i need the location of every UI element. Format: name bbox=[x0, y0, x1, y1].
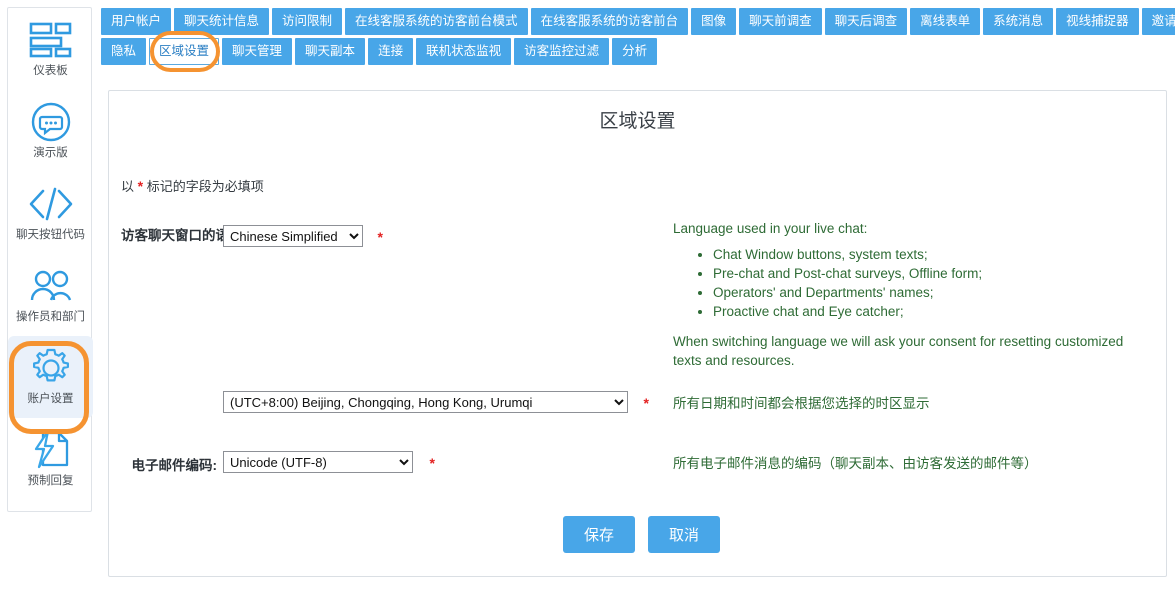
tab-user-account[interactable]: 用户帐户 bbox=[101, 8, 172, 35]
gear-icon bbox=[28, 345, 74, 391]
language-required-asterisk-icon: * bbox=[377, 228, 383, 245]
language-field-row: Chinese SimplifiedEnglishChinese Traditi… bbox=[223, 225, 383, 247]
language-help-item: Chat Window buttons, system texts; bbox=[713, 245, 1143, 264]
tab-offline-form[interactable]: 离线表单 bbox=[910, 8, 981, 35]
email-encoding-help: 所有电子邮件消息的编码（聊天副本、由访客发送的邮件等） bbox=[673, 456, 1038, 471]
timezone-field-row: (UTC+8:00) Beijing, Chongqing, Hong Kong… bbox=[223, 391, 649, 413]
tab-chat-statistics[interactable]: 聊天统计信息 bbox=[174, 8, 270, 35]
sidebar-item-label: 操作员和部门 bbox=[16, 311, 85, 323]
sidebar-item-label: 聊天按钮代码 bbox=[16, 229, 85, 241]
people-icon bbox=[28, 263, 74, 309]
tab-online-status-monitor[interactable]: 联机状态监视 bbox=[416, 38, 512, 65]
tab-bar: 用户帐户 聊天统计信息 访问限制 在线客服系统的访客前台模式 在线客服系统的访客… bbox=[101, 8, 1175, 72]
tab-system-messages[interactable]: 系统消息 bbox=[983, 8, 1054, 35]
tab-post-chat-survey[interactable]: 聊天后调查 bbox=[824, 8, 908, 35]
tab-visitor-frontend-mode[interactable]: 在线客服系统的访客前台模式 bbox=[345, 8, 528, 35]
sidebar-item-dashboard[interactable]: 仪表板 bbox=[8, 8, 93, 90]
language-help-item: Operators' and Departments' names; bbox=[713, 283, 1143, 302]
language-help-note: When switching language we will ask your… bbox=[673, 334, 1124, 368]
tab-pre-chat-survey[interactable]: 聊天前调查 bbox=[739, 8, 822, 35]
code-icon bbox=[28, 181, 74, 227]
timezone-select[interactable]: (UTC+8:00) Beijing, Chongqing, Hong Kong… bbox=[223, 391, 628, 413]
form-actions: 保存 取消 bbox=[563, 516, 720, 553]
required-note-suffix: 标记的字段为必填项 bbox=[146, 179, 264, 194]
email-encoding-required-asterisk-icon: * bbox=[429, 454, 435, 471]
left-sidebar: 仪表板 演示版 聊天按钮代码 操作员和部门 账户设置 预制回复 bbox=[7, 7, 93, 512]
sidebar-item-canned-responses[interactable]: 预制回复 bbox=[8, 418, 93, 500]
tab-access-restrictions[interactable]: 访问限制 bbox=[272, 8, 343, 35]
content-panel: 区域设置 以 * 标记的字段为必填项 访客聊天窗口的语言: Chinese Si… bbox=[108, 90, 1167, 577]
timezone-help: 所有日期和时间都会根据您选择的时区显示 bbox=[673, 396, 930, 411]
sidebar-item-operators-departments[interactable]: 操作员和部门 bbox=[8, 254, 93, 336]
email-encoding-field-row: Unicode (UTF-8)Western European (ISO-885… bbox=[223, 451, 435, 473]
sidebar-item-account-settings[interactable]: 账户设置 bbox=[8, 336, 93, 418]
language-help-block: Language used in your live chat: Chat Wi… bbox=[673, 219, 1143, 370]
email-encoding-select[interactable]: Unicode (UTF-8)Western European (ISO-885… bbox=[223, 451, 413, 473]
save-button[interactable]: 保存 bbox=[563, 516, 635, 553]
required-note-prefix: 以 bbox=[121, 179, 135, 194]
tab-regional-settings[interactable]: 区域设置 bbox=[149, 38, 220, 65]
language-select[interactable]: Chinese SimplifiedEnglishChinese Traditi… bbox=[223, 225, 363, 247]
tab-analytics[interactable]: 分析 bbox=[612, 38, 658, 65]
page-title: 区域设置 bbox=[599, 111, 676, 132]
sidebar-item-label: 预制回复 bbox=[27, 475, 74, 487]
tab-chat-transcript[interactable]: 聊天副本 bbox=[295, 38, 366, 65]
tab-visitor-frontend[interactable]: 在线客服系统的访客前台 bbox=[530, 8, 689, 35]
email-encoding-label: 电子邮件编码: bbox=[131, 458, 218, 473]
app-root: 仪表板 演示版 聊天按钮代码 操作员和部门 账户设置 预制回复 用户帐户 聊天统… bbox=[0, 0, 1175, 600]
language-help-list: Chat Window buttons, system texts; Pre-c… bbox=[673, 245, 1143, 321]
canned-response-icon bbox=[28, 427, 74, 473]
sidebar-item-label: 仪表板 bbox=[33, 65, 68, 77]
timezone-required-asterisk-icon: * bbox=[643, 394, 649, 411]
tab-eye-catcher[interactable]: 视线捕捉器 bbox=[1056, 8, 1139, 35]
sidebar-item-label: 演示版 bbox=[33, 147, 68, 159]
tab-visitor-monitoring-filter[interactable]: 访客监控过滤 bbox=[514, 38, 610, 65]
language-help-item: Pre-chat and Post-chat surveys, Offline … bbox=[713, 264, 1143, 283]
dashboard-icon bbox=[28, 17, 74, 63]
language-help-item: Proactive chat and Eye catcher; bbox=[713, 302, 1143, 321]
sidebar-item-chat-button-code[interactable]: 聊天按钮代码 bbox=[8, 172, 93, 254]
required-fields-note: 以 * 标记的字段为必填项 bbox=[121, 176, 1166, 195]
tab-privacy[interactable]: 隐私 bbox=[101, 38, 147, 65]
tab-row-primary: 用户帐户 聊天统计信息 访问限制 在线客服系统的访客前台模式 在线客服系统的访客… bbox=[101, 8, 1175, 35]
tab-row-secondary: 隐私 区域设置 聊天管理 聊天副本 连接 联机状态监视 访客监控过滤 分析 bbox=[101, 31, 1167, 72]
cancel-button[interactable]: 取消 bbox=[648, 516, 720, 553]
tab-connection[interactable]: 连接 bbox=[368, 38, 414, 65]
required-asterisk-icon: * bbox=[137, 178, 144, 194]
tab-chat-management[interactable]: 聊天管理 bbox=[222, 38, 293, 65]
tab-images[interactable]: 图像 bbox=[691, 8, 737, 35]
sidebar-item-label: 账户设置 bbox=[27, 393, 74, 405]
language-help-title: Language used in your live chat: bbox=[673, 221, 868, 236]
sidebar-item-demo[interactable]: 演示版 bbox=[8, 90, 93, 172]
tab-invite-chat[interactable]: 邀请聊天 bbox=[1141, 8, 1175, 35]
chat-bubble-icon bbox=[28, 99, 74, 145]
